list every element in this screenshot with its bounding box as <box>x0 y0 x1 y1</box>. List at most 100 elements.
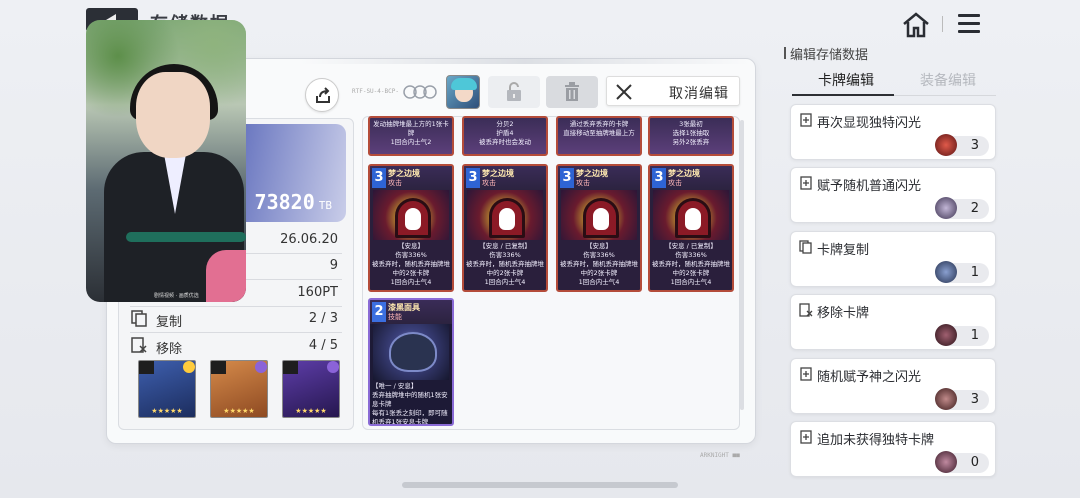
sidebar-item-random-normal-flash[interactable]: 赋予随机普通闪光 2 <box>790 167 996 223</box>
card-art <box>561 190 637 240</box>
video-rail <box>126 232 246 242</box>
home-icon[interactable] <box>902 12 930 38</box>
equipment-stars: ★★★★★ <box>295 407 327 415</box>
equipment-slot-2[interactable]: ★★★★★ <box>210 360 268 418</box>
card-description: 发动抽牌堆最上方的1张卡牌 1回合内士气2 <box>373 120 449 146</box>
deck-card[interactable]: 分贝2 护盾4 被丢弃时也会发动 <box>462 116 548 156</box>
count-badge: 3 <box>935 134 989 156</box>
toolbar-code: RTF-SU-4-BCP- <box>352 88 399 95</box>
video-child <box>206 250 246 302</box>
panel-decoration <box>300 58 750 64</box>
card-description: 【唯一 / 安息】 丢弃抽牌堆中的随机1张安息卡牌 每有1张丢之刻印，即可随机丢弃1… <box>372 382 448 426</box>
item-count: 2 <box>970 201 979 216</box>
info-row-copy: 复制 2 / 3 <box>130 307 342 331</box>
footer-brand: ARKNIGHT ■■ <box>700 452 740 459</box>
sidebar-title: 编辑存储数据 <box>783 44 868 63</box>
remove-icon <box>131 337 147 353</box>
card-cost: 3 <box>560 168 574 188</box>
item-count: 3 <box>970 138 979 153</box>
resource-orb-icon <box>935 197 957 219</box>
card-flash-icon <box>800 176 812 190</box>
resource-orb-icon <box>935 261 957 283</box>
sidebar-item-label: 赋予随机普通闪光 <box>817 179 922 194</box>
item-count: 1 <box>970 265 979 280</box>
card-cost: 2 <box>372 302 386 322</box>
sidebar-item-card-copy[interactable]: 卡牌复制 1 <box>790 231 996 287</box>
delete-button[interactable] <box>546 76 598 108</box>
equipment-stars: ★★★★★ <box>223 407 255 415</box>
deck-card[interactable]: 发动抽牌堆最上方的1张卡牌 1回合内士气2 <box>368 116 454 156</box>
card-type: 攻击 <box>576 179 590 187</box>
deck-card-skill[interactable]: 2 漆黑面具 技能 【唯一 / 安息】 丢弃抽牌堆中的随机1张安息卡牌 每有1张丢之… <box>368 298 454 426</box>
tb-value: 73820 <box>254 190 315 214</box>
item-count: 1 <box>970 328 979 343</box>
card-art <box>373 324 449 380</box>
card-art <box>373 190 449 240</box>
count-badge: 3 <box>935 388 989 410</box>
info-row-remove: 移除 4 / 5 <box>130 334 342 358</box>
card-description: 【安息】 伤害336% 被丢弃时，随机丢弃抽牌堆中的2张卡牌 1回合内士气4 <box>560 242 638 286</box>
item-count: 0 <box>970 455 979 470</box>
deck-card[interactable]: 3 梦之边境 攻击 【安息 / 已复制】 伤害336% 被丢弃时，随机丢弃抽牌堆中的… <box>462 164 548 292</box>
sidebar-item-label: 移除卡牌 <box>817 306 870 321</box>
tb-unit: TB <box>318 199 332 212</box>
copy-label: 复制 <box>156 315 183 330</box>
card-add-icon <box>800 430 812 444</box>
card-art <box>653 190 729 240</box>
copy-value: 2 / 3 <box>308 311 338 326</box>
remove-value: 4 / 5 <box>308 338 338 353</box>
card-type: 攻击 <box>482 179 496 187</box>
card-cost: 3 <box>466 168 480 188</box>
cancel-edit-button[interactable]: 取消编辑 <box>606 76 740 106</box>
home-indicator[interactable] <box>402 482 678 488</box>
character-avatar[interactable] <box>446 75 480 109</box>
video-person-face <box>136 72 210 158</box>
card-description: 3张最初 选择1张抽取 另外2张丢弃 <box>672 120 710 146</box>
remove-label: 移除 <box>156 342 183 357</box>
equipment-slot-1[interactable]: ★★★★★ <box>138 360 196 418</box>
deck-card[interactable]: 3 梦之边境 攻击 【安息 / 已复制】 伤害336% 被丢弃时，随机丢弃抽牌堆中的… <box>648 164 734 292</box>
share-button[interactable] <box>305 78 339 112</box>
card-description: 【安息 / 已复制】 伤害336% 被丢弃时，随机丢弃抽牌堆中的2张卡牌 1回合内士气… <box>652 242 730 286</box>
sidebar-item-add-unique-card[interactable]: 追加未获得独特卡牌 0 <box>790 421 996 477</box>
count-badge: 2 <box>935 197 989 219</box>
rank-icon <box>327 361 339 373</box>
header-divider <box>942 16 943 32</box>
info-divider <box>130 332 342 333</box>
deck-card[interactable]: 3张最初 选择1张抽取 另外2张丢弃 <box>648 116 734 156</box>
sidebar-item-remove-card[interactable]: 移除卡牌 1 <box>790 294 996 350</box>
sidebar-item-label: 再次显现独特闪光 <box>817 116 922 131</box>
copy-icon <box>799 240 812 254</box>
mask-icon <box>389 332 437 372</box>
tab-underline-active <box>792 94 894 96</box>
equipment-stars: ★★★★★ <box>151 407 183 415</box>
count-badge: 0 <box>935 451 989 473</box>
tab-equipment-edit[interactable]: 装备编辑 <box>920 70 976 90</box>
deck-card[interactable]: 3 梦之边境 攻击 【安息】 伤害336% 被丢弃时，随机丢弃抽牌堆中的2张卡牌 1回… <box>368 164 454 292</box>
crystal-icon <box>283 361 298 374</box>
sidebar-item-label: 随机赋予神之闪光 <box>817 370 922 385</box>
sidebar-item-random-god-flash[interactable]: 随机赋予神之闪光 3 <box>790 358 996 414</box>
resource-orb-icon <box>935 134 957 156</box>
card-type: 攻击 <box>668 179 682 187</box>
equipment-slot-3[interactable]: ★★★★★ <box>282 360 340 418</box>
cancel-edit-label: 取消编辑 <box>669 86 729 102</box>
video-overlay[interactable]: 剧情视频 · 画质优选 <box>86 20 246 302</box>
rank-icon <box>255 361 267 373</box>
card-type: 攻击 <box>388 179 402 187</box>
deck-card[interactable]: 通过丢弃丢弃的卡牌 直接移动至抽牌堆最上方 <box>556 116 642 156</box>
tab-card-edit[interactable]: 卡牌编辑 <box>818 70 874 90</box>
deck-card[interactable]: 3 梦之边境 攻击 【安息】 伤害336% 被丢弃时，随机丢弃抽牌堆中的2张卡牌 1回… <box>556 164 642 292</box>
rings-icon <box>403 85 437 99</box>
lock-button[interactable] <box>488 76 540 108</box>
sidebar-item-reveal-unique-flash[interactable]: 再次显现独特闪光 3 <box>790 104 996 160</box>
save-points: 160PT <box>297 285 338 300</box>
video-caption: 剧情视频 · 画质优选 <box>154 293 199 299</box>
menu-icon[interactable] <box>958 14 980 34</box>
card-area-scrollbar[interactable] <box>740 120 744 410</box>
card-description: 【安息】 伤害336% 被丢弃时，随机丢弃抽牌堆中的2张卡牌 1回合内士气4 <box>372 242 450 286</box>
copy-icon <box>131 310 147 327</box>
item-count: 3 <box>970 392 979 407</box>
card-art <box>467 190 543 240</box>
sword-icon <box>139 361 154 374</box>
